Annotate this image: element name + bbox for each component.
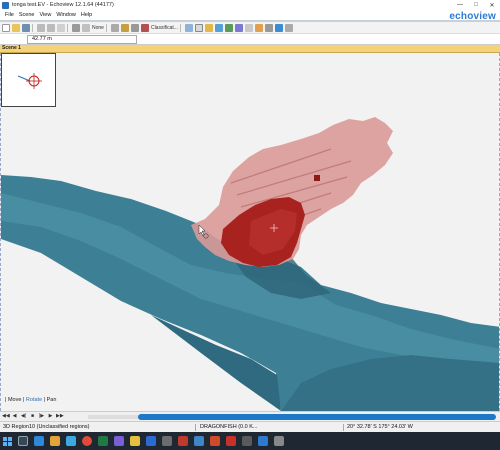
settings-app-icon[interactable] <box>162 436 172 446</box>
settings-icon[interactable] <box>264 23 273 32</box>
scene-tab[interactable]: Scene 1 <box>0 45 500 53</box>
orientation-minimap[interactable] <box>1 53 56 107</box>
acrobat-icon[interactable] <box>226 436 236 446</box>
menu-scene[interactable]: Scene <box>19 12 35 18</box>
help-icon[interactable] <box>274 23 283 32</box>
status-bar: 3D Region10 (Unclassified regions) DRAGO… <box>0 421 500 432</box>
open-folder-icon[interactable] <box>12 23 20 32</box>
title-bar: tonga test.EV - Echoview 12.1.64 (44177)… <box>0 0 500 10</box>
scene-viewport[interactable]: | Move | Rotate | Pan <box>0 53 500 411</box>
powerpoint-icon[interactable] <box>210 436 220 446</box>
variable-icon[interactable] <box>214 23 223 32</box>
app-icon[interactable] <box>274 436 284 446</box>
checkmark-app-icon[interactable] <box>194 436 204 446</box>
file-explorer-icon[interactable] <box>50 436 60 446</box>
menu-bar: File Scene View Window Help <box>0 10 500 20</box>
window-title: tonga test.EV - Echoview 12.1.64 (44177) <box>12 2 114 8</box>
copy-icon[interactable] <box>57 23 65 32</box>
new-file-icon[interactable] <box>2 23 10 32</box>
status-coordinates: 20° 32.78' S 175° 24.03' W <box>347 424 413 430</box>
windows-start-icon[interactable] <box>3 436 12 446</box>
depth-field[interactable]: 42.77 m <box>27 35 137 44</box>
classification-dropdown[interactable]: Classificat... <box>151 25 178 31</box>
playback-range-slider[interactable] <box>138 414 496 420</box>
echogram-icon[interactable] <box>204 23 213 32</box>
pointer-icon[interactable] <box>72 23 80 32</box>
toolbar-more-icon[interactable] <box>284 23 293 32</box>
toolbar-separator <box>179 23 181 32</box>
playback-track[interactable] <box>88 415 138 419</box>
nav-rotate-button[interactable]: Rotate <box>26 397 42 403</box>
nav-separator: | <box>22 397 25 403</box>
toolbar-separator <box>105 23 107 32</box>
search-icon[interactable] <box>18 436 28 446</box>
frame-back-button[interactable]: ◀| <box>20 413 27 420</box>
crosshair-target-icon <box>17 73 42 89</box>
chrome-icon[interactable] <box>82 436 92 446</box>
frame-forward-button[interactable]: |▶ <box>38 413 45 420</box>
toolbar-separator <box>67 23 68 32</box>
excel-icon[interactable] <box>98 436 108 446</box>
playback-bar: ◀◀ ◀ ◀| ■ |▶ ▶ ▶▶ <box>0 411 500 421</box>
teams-icon[interactable] <box>114 436 124 446</box>
play-button[interactable]: ▶ <box>47 413 54 420</box>
classification-icon[interactable] <box>140 23 149 32</box>
edge-browser-icon[interactable] <box>34 436 44 446</box>
menu-window[interactable]: Window <box>56 12 76 18</box>
navigation-modes: | Move | Rotate | Pan <box>5 397 56 403</box>
echoview-app-icon <box>2 1 9 9</box>
region-tool-icon[interactable] <box>82 23 90 32</box>
step-back-button[interactable]: ◀ <box>11 413 18 420</box>
nav-separator: | <box>43 397 46 403</box>
ruler-icon[interactable] <box>130 23 139 32</box>
redo-icon[interactable] <box>47 23 55 32</box>
nav-separator: | <box>5 397 7 403</box>
word-icon[interactable] <box>146 436 156 446</box>
scene-tab-label: Scene 1 <box>2 45 21 51</box>
toolbar-separator <box>32 23 33 32</box>
chart-icon[interactable] <box>224 23 233 32</box>
menu-view[interactable]: View <box>39 12 51 18</box>
notes-icon[interactable] <box>130 436 140 446</box>
close-button[interactable]: ✕ <box>484 0 500 10</box>
location-bar: 42.77 m <box>0 34 500 45</box>
grid-icon[interactable] <box>194 23 203 32</box>
none-dropdown[interactable]: None <box>92 25 104 31</box>
marker-icon[interactable] <box>120 23 129 32</box>
nav-pan-button[interactable]: Pan <box>47 397 57 403</box>
stop-button[interactable]: ■ <box>29 413 36 420</box>
window-controls: — □ ✕ <box>452 0 500 10</box>
table-icon[interactable] <box>244 23 253 32</box>
save-icon[interactable] <box>22 23 30 32</box>
school-dark-cell <box>314 175 320 181</box>
status-divider <box>343 424 344 431</box>
scene-icon[interactable] <box>234 23 243 32</box>
school-icon[interactable] <box>254 23 263 32</box>
menu-file[interactable]: File <box>5 12 14 18</box>
minimize-button[interactable]: — <box>452 0 468 10</box>
status-file: DRAGONFISH (0.0 K... <box>200 424 258 430</box>
undo-icon[interactable] <box>37 23 45 32</box>
line-tool-icon[interactable] <box>110 23 119 32</box>
maximize-button[interactable]: □ <box>468 0 484 10</box>
status-region: 3D Region10 (Unclassified regions) <box>3 424 90 430</box>
taskbar-app-icon[interactable] <box>242 436 252 446</box>
fast-forward-button[interactable]: ▶▶ <box>56 413 64 420</box>
nav-move-button[interactable]: Move <box>8 397 21 403</box>
zoom-icon[interactable] <box>184 23 193 32</box>
status-divider <box>195 424 196 431</box>
scene-3d-render[interactable] <box>1 53 500 411</box>
rewind-button[interactable]: ◀◀ <box>2 413 10 420</box>
echoview-logo: echoview <box>449 11 496 22</box>
toolbar: None Classificat... <box>0 22 500 34</box>
taskbar <box>0 432 500 450</box>
media-icon[interactable] <box>178 436 188 446</box>
echoview-taskbar-icon[interactable] <box>258 436 268 446</box>
outlook-icon[interactable] <box>66 436 76 446</box>
menu-help[interactable]: Help <box>81 12 92 18</box>
